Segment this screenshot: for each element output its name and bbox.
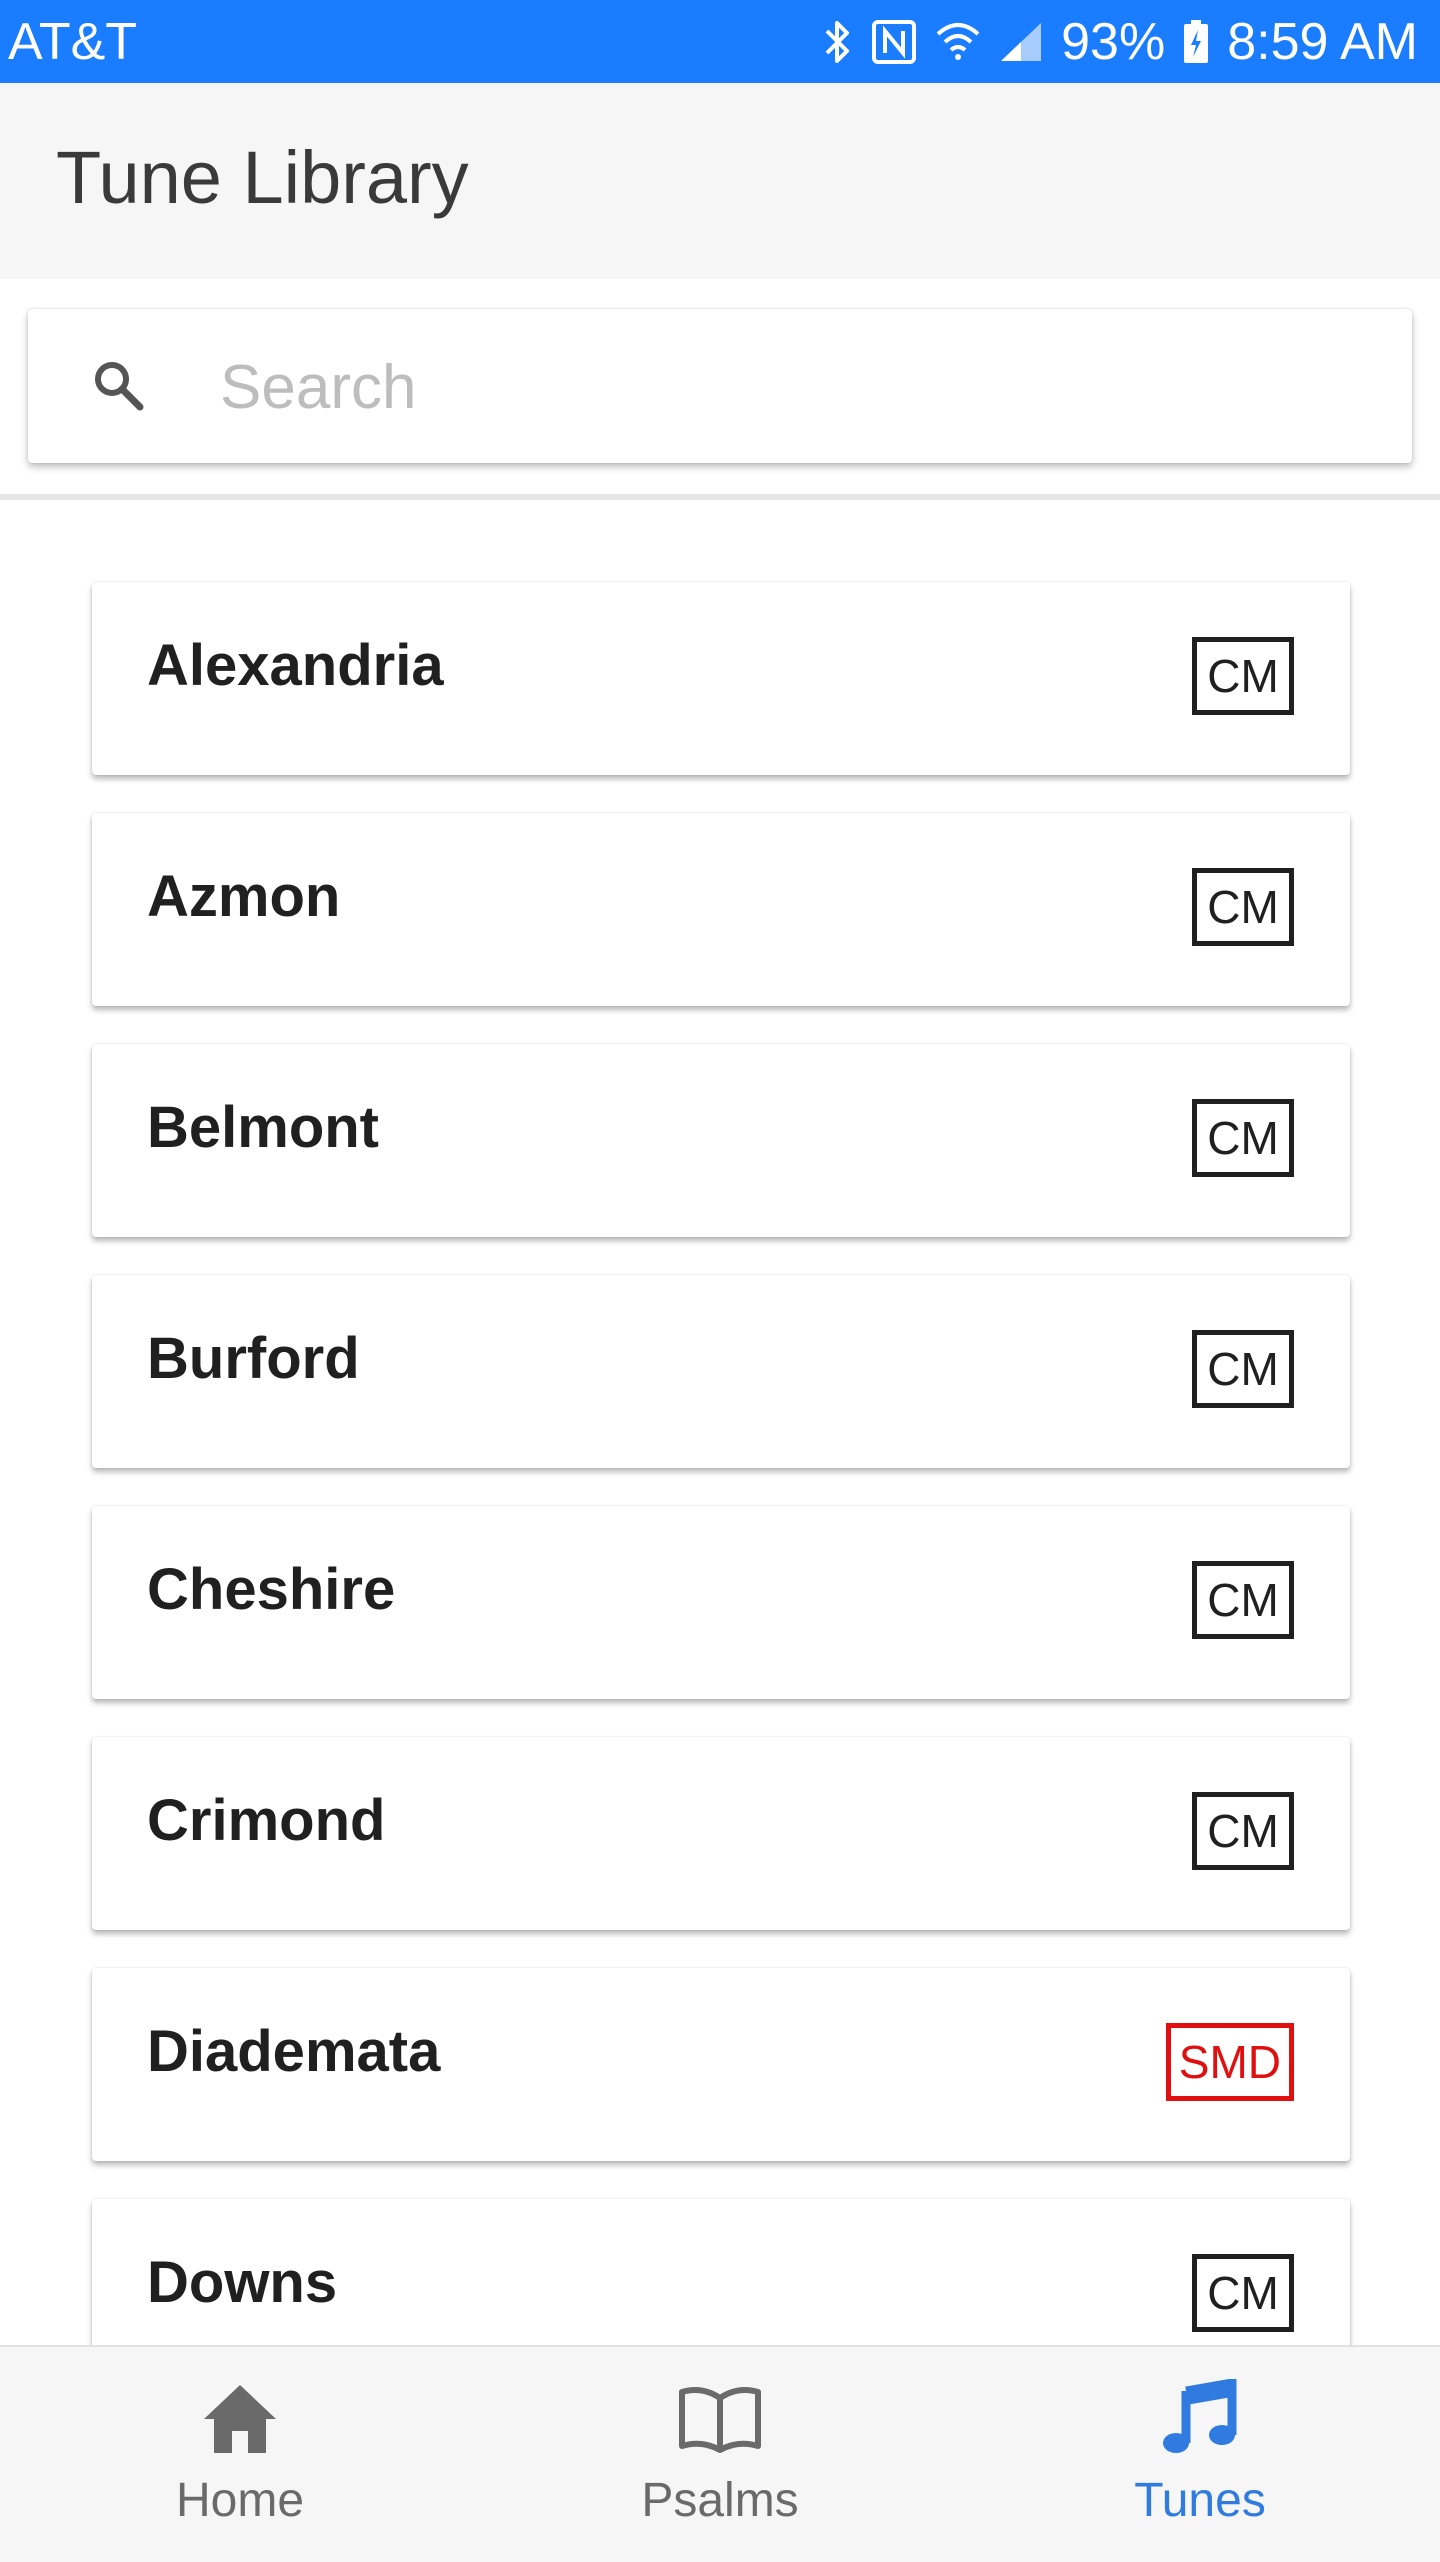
nav-home[interactable]: Home [0,2347,480,2562]
meter-badge: SMD [1165,2023,1294,2101]
tune-card-cheshire[interactable]: Cheshire CM [92,1506,1350,1699]
nav-psalms[interactable]: Psalms [480,2347,960,2562]
tune-name: Crimond [147,1788,386,1853]
tune-card-downs[interactable]: Downs CM [92,2199,1350,2345]
nav-tunes[interactable]: Tunes [960,2347,1440,2562]
meter-badge: CM [1192,2254,1294,2332]
tune-name: Azmon [147,864,341,929]
music-note-icon [1160,2377,1240,2461]
tune-card-burford[interactable]: Burford CM [92,1275,1350,1468]
signal-icon [999,21,1043,63]
carrier-label: AT&T [8,12,138,71]
meter-badge: CM [1192,1330,1294,1408]
tune-name: Cheshire [147,1557,396,1622]
page-title: Tune Library [56,136,469,219]
tune-card-belmont[interactable]: Belmont CM [92,1044,1350,1237]
search-section [0,279,1440,500]
battery-percent: 93% [1061,12,1166,71]
search-icon[interactable] [90,357,146,413]
status-icons: 93% 8:59 AM [823,12,1418,72]
nav-home-label: Home [175,2474,305,2527]
tune-list: Alexandria CM Azmon CM Belmont CM Burfor… [0,500,1440,2345]
meter-badge: CM [1192,1099,1294,1177]
meter-badge: CM [1192,1561,1294,1639]
nav-psalms-label: Psalms [641,2474,799,2527]
tune-name: Alexandria [147,633,444,698]
tune-card-alexandria[interactable]: Alexandria CM [92,582,1350,775]
home-icon [200,2377,280,2461]
app-bar: Tune Library [0,83,1440,279]
meter-badge: CM [1192,637,1294,715]
nfc-icon [871,19,917,65]
tune-name: Belmont [147,1095,379,1160]
meter-badge: CM [1192,1792,1294,1870]
search-bar[interactable] [28,309,1412,463]
status-bar: AT&T 93% 8:59 AM [0,0,1440,83]
book-icon [678,2377,762,2461]
tune-card-azmon[interactable]: Azmon CM [92,813,1350,1006]
tune-card-diademata[interactable]: Diademata SMD [92,1968,1350,2161]
nav-tunes-label: Tunes [1134,2474,1266,2527]
bottom-nav: Home Psalms Tunes [0,2345,1440,2562]
wifi-icon [935,20,981,64]
tune-name: Burford [147,1326,360,1391]
meter-badge: CM [1192,868,1294,946]
bluetooth-icon [823,19,853,65]
search-input[interactable] [218,337,1372,437]
tune-card-crimond[interactable]: Crimond CM [92,1737,1350,1930]
clock: 8:59 AM [1227,12,1418,71]
battery-charging-icon [1183,19,1209,64]
tune-name: Downs [147,2250,338,2315]
tune-name: Diademata [147,2019,441,2084]
